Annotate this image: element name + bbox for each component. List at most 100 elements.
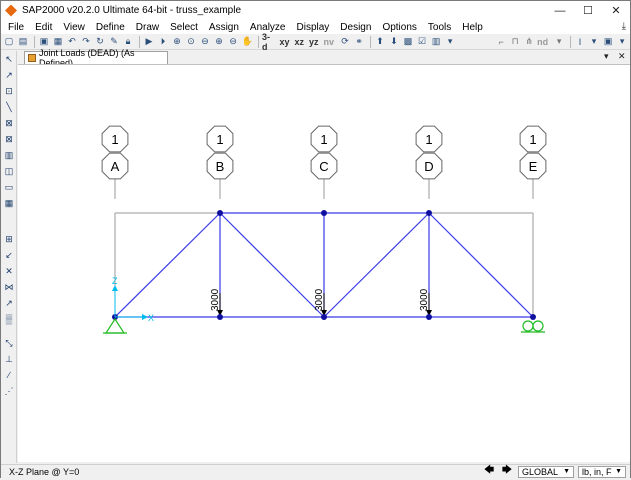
document-tab-bar: Joint Loads (DEAD) (As Defined) ▾ ✕ bbox=[18, 48, 630, 68]
draw-link-icon[interactable]: ▥ bbox=[3, 149, 15, 161]
minimize-button[interactable]: — bbox=[546, 1, 574, 20]
pencil-icon[interactable]: ✎ bbox=[108, 35, 120, 48]
menu-define[interactable]: Define bbox=[96, 22, 125, 33]
rotate-view-icon[interactable]: ⟳ bbox=[339, 35, 351, 48]
snap-perpendicular-icon[interactable]: ⊥ bbox=[3, 353, 15, 365]
grid-bubble-bottom-label: A bbox=[111, 159, 120, 174]
close-button[interactable]: ✕ bbox=[602, 1, 630, 20]
section-cut-icon[interactable]: ▥ bbox=[430, 35, 442, 48]
select-previous-icon[interactable]: ↙ bbox=[3, 249, 15, 261]
text-cursor-icon[interactable]: I bbox=[574, 35, 586, 48]
menu-assign[interactable]: Assign bbox=[209, 22, 239, 33]
menu-options[interactable]: Options bbox=[382, 22, 416, 33]
next-plane-button[interactable]: 🡆 bbox=[500, 465, 514, 478]
units-value: lb, in, F bbox=[582, 466, 612, 477]
left-toolbar: ↖ ↗ ⊡ ╲ ⊠ ⊠ ▥ ◫ ▭ ▦ ⊞ ↙ ✕ ⋈ ↗ ▒ ⤡ ⊥ ∕ ⋰ bbox=[1, 51, 17, 463]
draw-joint-icon[interactable]: ⊡ bbox=[3, 85, 15, 97]
draw-brace-icon[interactable]: ⊠ bbox=[3, 133, 15, 145]
joint-node bbox=[217, 314, 223, 320]
new-model-icon[interactable]: ▢ bbox=[3, 35, 15, 48]
perspective-icon[interactable]: ⚭ bbox=[353, 35, 365, 48]
joint-load-value: 3000 bbox=[314, 288, 325, 311]
frame-icon[interactable]: ⌐ bbox=[495, 35, 507, 48]
previous-plane-button[interactable]: 🡄 bbox=[482, 465, 496, 478]
snap-intersection-icon[interactable]: ⤡ bbox=[3, 337, 15, 349]
snap-points-icon[interactable]: ⋈ bbox=[3, 281, 15, 293]
pointer-icon[interactable]: ↖ bbox=[3, 53, 15, 65]
snap-fine-grid-icon[interactable]: ⋰ bbox=[3, 385, 15, 397]
display-options-icon[interactable]: ▩ bbox=[402, 35, 414, 48]
zoom-restore-icon[interactable]: ⊙ bbox=[185, 35, 197, 48]
view-nv-button[interactable]: nv bbox=[324, 37, 335, 47]
menu-select[interactable]: Select bbox=[170, 22, 198, 33]
check-icon[interactable]: ☑ bbox=[416, 35, 428, 48]
coord-system-select[interactable]: GLOBAL ▼ bbox=[518, 465, 574, 478]
move-down-icon[interactable]: ⬇ bbox=[388, 35, 400, 48]
snap-ends-icon[interactable]: ↗ bbox=[3, 297, 15, 309]
move-up-icon[interactable]: ⬆ bbox=[374, 35, 386, 48]
lock-icon[interactable]: 🔒︎ bbox=[122, 35, 134, 48]
menu-edit[interactable]: Edit bbox=[35, 22, 52, 33]
select-all-icon[interactable]: ⊞ bbox=[3, 233, 15, 245]
redo-icon[interactable]: ↷ bbox=[80, 35, 92, 48]
joint-node bbox=[217, 210, 223, 216]
layout-dropdown-icon[interactable]: ▾ bbox=[616, 35, 628, 48]
frame-release-icon[interactable]: ⋔ bbox=[523, 35, 535, 48]
view-3d-button[interactable]: 3-d bbox=[262, 32, 274, 52]
menu-view[interactable]: View bbox=[63, 22, 85, 33]
zoom-out-icon[interactable]: ⊖ bbox=[227, 35, 239, 48]
quick-frame-icon[interactable]: ⊠ bbox=[3, 117, 15, 129]
tab-close-button[interactable]: ✕ bbox=[618, 51, 626, 62]
undo-icon[interactable]: ↶ bbox=[66, 35, 78, 48]
menu-design[interactable]: Design bbox=[340, 22, 371, 33]
snap-grid-icon[interactable]: ▒ bbox=[3, 313, 15, 325]
nd-button[interactable]: nd bbox=[537, 37, 548, 47]
reshape-icon[interactable]: ↗ bbox=[3, 69, 15, 81]
menu-display[interactable]: Display bbox=[297, 22, 330, 33]
view-yz-button[interactable]: yz bbox=[309, 37, 319, 47]
z-axis-label: Z bbox=[112, 276, 118, 286]
snap-lines-icon[interactable]: ∕ bbox=[3, 369, 15, 381]
joint-node bbox=[321, 210, 327, 216]
chevron-down-icon: ▼ bbox=[563, 468, 570, 475]
refresh-icon[interactable]: ↻ bbox=[94, 35, 106, 48]
save-icon[interactable]: ▣ bbox=[38, 35, 50, 48]
rect-area-icon[interactable]: ▭ bbox=[3, 181, 15, 193]
dropdown-icon[interactable]: ▾ bbox=[444, 35, 456, 48]
units-select[interactable]: lb, in, F ▼ bbox=[578, 465, 626, 478]
window-layout-icon[interactable]: ▣ bbox=[602, 35, 614, 48]
run-step-icon[interactable]: ⏵ bbox=[157, 35, 169, 48]
view-xy-button[interactable]: xy bbox=[280, 37, 290, 47]
grid-bubble-top-label: 1 bbox=[529, 132, 536, 147]
zoom-rubber-band-icon[interactable]: ⊕ bbox=[171, 35, 183, 48]
zoom-previous-icon[interactable]: ⊖ bbox=[199, 35, 211, 48]
view-xz-button[interactable]: xz bbox=[295, 37, 305, 47]
print-icon[interactable]: ▦ bbox=[52, 35, 64, 48]
draw-frame-icon[interactable]: ╲ bbox=[3, 101, 15, 113]
pin-support-icon bbox=[104, 317, 126, 334]
coord-system-value: GLOBAL bbox=[522, 466, 559, 477]
frame-end-icon[interactable]: ⊓ bbox=[509, 35, 521, 48]
run-analysis-icon[interactable]: ▶ bbox=[143, 35, 155, 48]
text-dropdown-icon[interactable]: ▾ bbox=[588, 35, 600, 48]
tab-joint-loads[interactable]: Joint Loads (DEAD) (As Defined) bbox=[24, 48, 168, 68]
menu-file[interactable]: File bbox=[8, 22, 24, 33]
truss-model-drawing: 1 A 1 B 1 C 1 D 1 E 3000 3000 3000 Z X bbox=[101, 125, 547, 334]
nd-dropdown-icon[interactable]: ▾ bbox=[553, 35, 565, 48]
quick-area-icon[interactable]: ▦ bbox=[3, 197, 15, 209]
download-icon[interactable]: ⤓ bbox=[622, 21, 626, 32]
frame-member bbox=[428, 212, 534, 318]
grid-bubble-top-label: 1 bbox=[216, 132, 223, 147]
pan-icon[interactable]: ✋ bbox=[241, 35, 253, 48]
draw-area-icon[interactable]: ◫ bbox=[3, 165, 15, 177]
zoom-in-icon[interactable]: ⊕ bbox=[213, 35, 225, 48]
app-window: SAP2000 v20.2.0 Ultimate 64-bit - truss_… bbox=[0, 0, 631, 478]
open-model-icon[interactable]: ▤ bbox=[17, 35, 29, 48]
maximize-button[interactable]: ☐ bbox=[574, 1, 602, 20]
tab-list-button[interactable]: ▾ bbox=[604, 51, 609, 62]
menu-draw[interactable]: Draw bbox=[136, 22, 159, 33]
menu-tools[interactable]: Tools bbox=[428, 22, 451, 33]
menu-help[interactable]: Help bbox=[462, 22, 483, 33]
clear-selection-icon[interactable]: ✕ bbox=[3, 265, 15, 277]
model-view-canvas[interactable]: 1 A 1 B 1 C 1 D 1 E 3000 3000 3000 Z X bbox=[18, 64, 630, 462]
